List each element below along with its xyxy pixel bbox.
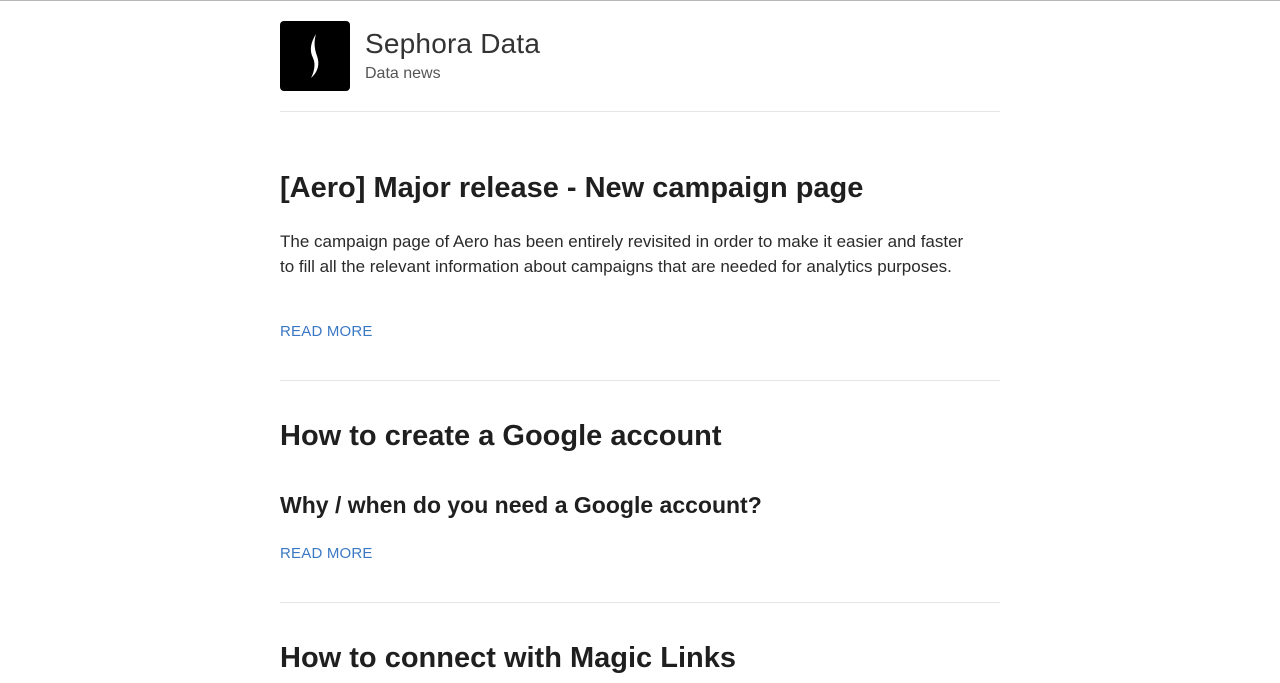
- main-container: Sephora Data Data news [Aero] Major rele…: [280, 0, 1000, 683]
- post-item: [Aero] Major release - New campaign page…: [280, 112, 1000, 381]
- post-subheading: Why / when do you need a Google account?: [280, 492, 762, 518]
- post-title[interactable]: How to connect with Magic Links: [280, 640, 736, 676]
- post-item: How to create a Google account Why / whe…: [280, 381, 1000, 603]
- site-header: Sephora Data Data news: [280, 0, 1000, 112]
- post-item: How to connect with Magic Links: [280, 603, 1000, 683]
- read-more-link[interactable]: READ MORE: [280, 545, 373, 563]
- post-title[interactable]: [Aero] Major release - New campaign page: [280, 170, 863, 206]
- post-excerpt: The campaign page of Aero has been entir…: [280, 232, 964, 276]
- read-more-link[interactable]: READ MORE: [280, 323, 373, 341]
- site-subtitle: Data news: [365, 65, 441, 82]
- site-title[interactable]: Sephora Data: [365, 27, 540, 61]
- sephora-logo-icon: [310, 34, 319, 78]
- site-logo[interactable]: [280, 21, 350, 91]
- post-title[interactable]: How to create a Google account: [280, 418, 722, 454]
